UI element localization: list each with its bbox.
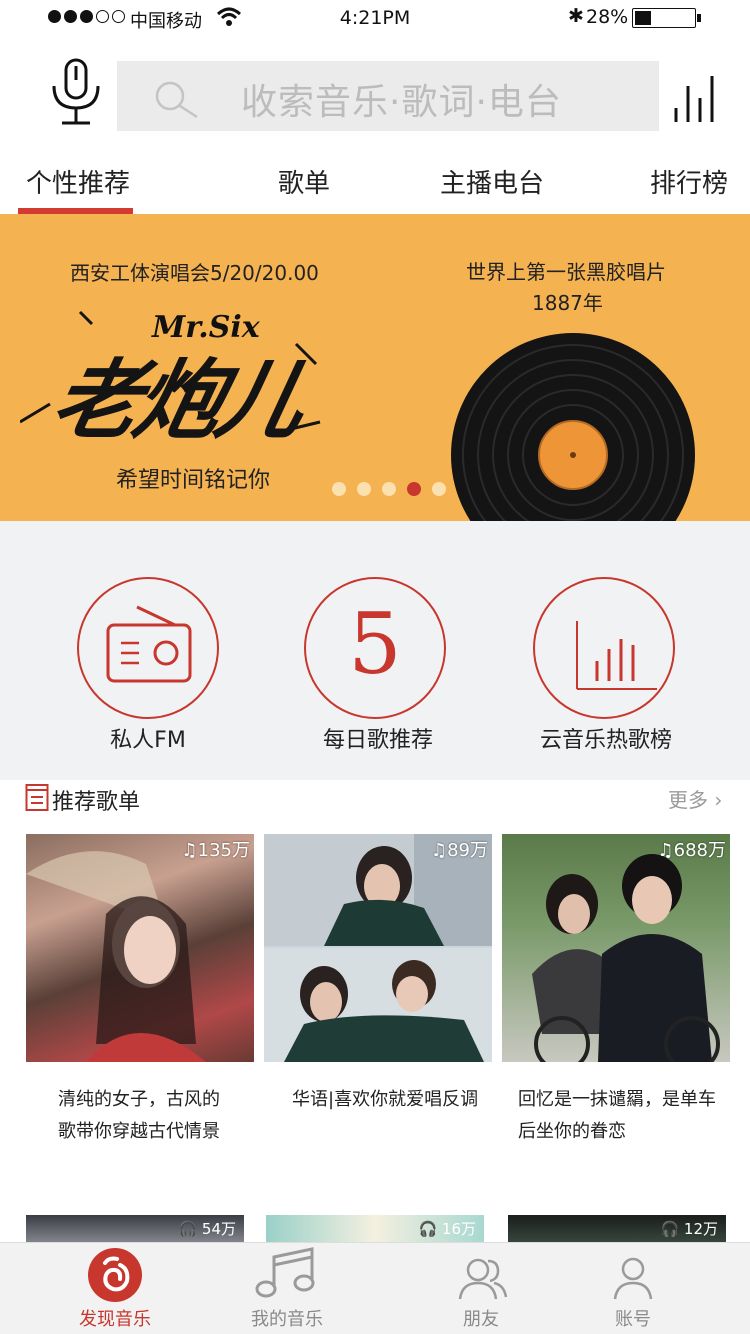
play-count: 🎧 54万 xyxy=(178,1220,236,1238)
play-count: 🎧 16万 xyxy=(418,1220,476,1238)
bottom-tab-bar: 发现音乐 我的音乐 朋友 账号 xyxy=(0,1242,750,1334)
play-count: ♫135万 xyxy=(181,840,251,861)
carousel-page-indicator xyxy=(332,482,446,496)
more-link[interactable]: 更多 › xyxy=(668,784,722,813)
vinyl-record-image xyxy=(450,332,696,521)
carousel-dot[interactable] xyxy=(332,482,346,496)
play-count: ♫89万 xyxy=(430,840,488,861)
search-icon xyxy=(153,79,201,123)
status-bar: 中国移动 4:21PM ✱ 28% xyxy=(0,0,750,40)
playlist-cover[interactable]: 🎧 16万 xyxy=(266,1215,484,1245)
radio-icon xyxy=(105,603,193,693)
playlist-title: 清纯的女子，古风的 歌带你穿越古代情景 xyxy=(58,1089,220,1142)
banner-carousel[interactable]: 西安工体演唱会5/20/20.00 Mr.Six 老炮儿 希望时间铭记你 世界上… xyxy=(0,214,750,521)
play-count: ♫688万 xyxy=(657,840,727,861)
recommend-title: 推荐歌单 xyxy=(52,790,141,815)
microphone-icon[interactable] xyxy=(48,58,104,132)
personal-fm-button[interactable] xyxy=(77,577,219,719)
bluetooth-icon: ✱ xyxy=(568,5,584,27)
chart-icon xyxy=(573,619,659,697)
playlist-cover: ♫89万 xyxy=(264,834,492,1062)
top-tabs: 个性推荐 歌单 主播电台 排行榜 xyxy=(0,150,750,214)
daily-recommend-button[interactable]: 5 xyxy=(304,577,446,719)
tab-account-label: 账号 xyxy=(615,1309,651,1330)
playlist-cover: ♫688万 xyxy=(502,834,730,1062)
chevron-right-icon: › xyxy=(714,788,723,812)
personal-fm-label: 私人FM xyxy=(110,728,186,753)
tab-charts[interactable]: 排行榜 xyxy=(650,163,728,200)
playlist-card[interactable]: ♫135万 清纯的女子，古风的 歌带你穿越古代情景 xyxy=(26,834,254,1142)
hot-chart-label: 云音乐热歌榜 xyxy=(539,728,672,753)
search-placeholder: 收索音乐·歌词·电台 xyxy=(241,82,562,123)
calendar-5-icon: 5 xyxy=(348,595,402,693)
playlist-cover[interactable]: 🎧 12万 xyxy=(508,1215,726,1245)
play-count: 🎧 12万 xyxy=(660,1220,718,1238)
account-icon xyxy=(613,1257,653,1305)
playlist-title: 华语|喜欢你就爱唱反调 xyxy=(292,1089,479,1110)
now-playing-icon[interactable] xyxy=(672,72,718,128)
carousel-dot[interactable] xyxy=(382,482,396,496)
banner-concert-title: 西安工体演唱会5/20/20.00 xyxy=(70,261,319,285)
hot-chart-button[interactable] xyxy=(533,577,675,719)
tab-discover-label: 发现音乐 xyxy=(79,1309,151,1330)
banner-vinyl-title: 世界上第一张黑胶唱片 xyxy=(466,260,666,284)
battery-percentage: 28% xyxy=(586,6,629,28)
shortcut-section: 5 私人FM 每日歌推荐 云音乐热歌榜 xyxy=(0,521,750,780)
tab-my-music-label: 我的音乐 xyxy=(251,1309,323,1330)
playlist-card[interactable]: ♫688万 回忆是一抹谴羂，是单车 后坐你的眷恋 xyxy=(502,834,730,1142)
playlist-cover: ♫135万 xyxy=(26,834,254,1062)
playlist-title: 回忆是一抹谴羂，是单车 后坐你的眷恋 xyxy=(518,1089,716,1142)
carousel-dot[interactable] xyxy=(407,482,421,496)
carousel-dot[interactable] xyxy=(357,482,371,496)
playlist-card[interactable]: ♫89万 华语|喜欢你就爱唱反调 xyxy=(264,834,492,1110)
carousel-dot[interactable] xyxy=(432,482,446,496)
playlist-section-icon xyxy=(25,782,49,816)
daily-recommend-label: 每日歌推荐 xyxy=(322,728,433,753)
tab-radio[interactable]: 主播电台 xyxy=(440,163,544,200)
playlist-cover[interactable]: 🎧 54万 xyxy=(26,1215,244,1245)
banner-tagline: 希望时间铭记你 xyxy=(116,468,271,493)
music-note-icon xyxy=(254,1245,318,1305)
tab-friends-label: 朋友 xyxy=(463,1309,499,1330)
friends-icon xyxy=(458,1257,508,1305)
banner-logo: Mr.Six 老炮儿 xyxy=(20,304,330,454)
banner-vinyl-year: 1887年 xyxy=(532,291,603,315)
netease-logo-icon xyxy=(87,1247,143,1307)
recommend-header: 推荐歌单 更多 › xyxy=(0,780,750,820)
search-bar[interactable]: 收索音乐·歌词·电台 xyxy=(117,61,659,131)
more-label: 更多 xyxy=(668,788,708,812)
battery-icon xyxy=(632,8,701,28)
tab-personal-recommend[interactable]: 个性推荐 xyxy=(26,163,130,200)
tab-playlists[interactable]: 歌单 xyxy=(278,163,330,200)
